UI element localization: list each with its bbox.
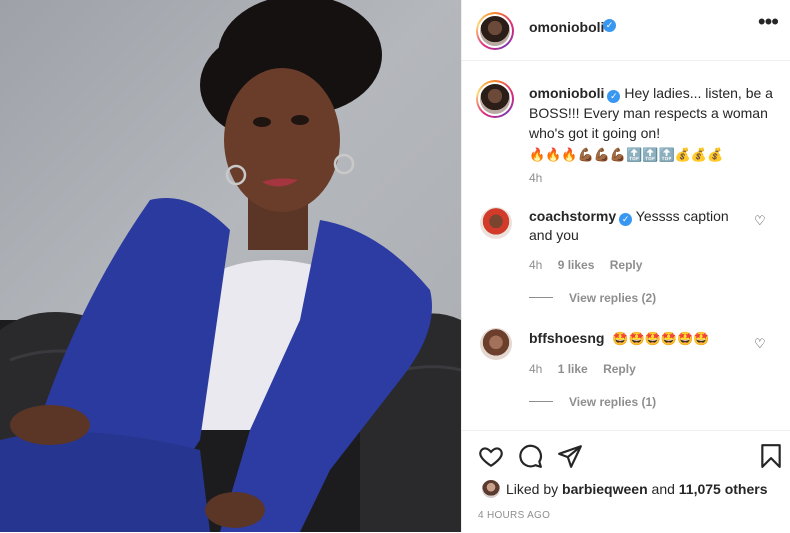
reply-button[interactable]: Reply (610, 258, 643, 272)
verified-badge-icon: ✓ (619, 213, 633, 226)
view-replies-button[interactable]: View replies (2) (529, 291, 656, 305)
comment-like-heart-icon[interactable]: ♡ (754, 213, 766, 229)
verified-badge-icon: ✓ (607, 90, 621, 103)
post-timestamp[interactable]: 4 HOURS AGO (478, 510, 550, 521)
post-sidebar: omonioboli ✓ ••• omonioboli ✓ Hey ladies.… (461, 0, 790, 532)
heart-icon[interactable] (478, 443, 504, 469)
author-avatar[interactable] (476, 12, 514, 50)
liker-username[interactable]: barbieqween (562, 481, 648, 497)
view-replies-label: View replies (1) (569, 395, 657, 409)
caption: omonioboli ✓ Hey ladies... listen, be a B… (529, 83, 775, 165)
caption-author-avatar[interactable] (476, 80, 514, 118)
likes-count[interactable]: 11,075 others (679, 481, 768, 497)
caption-time[interactable]: 4h (529, 171, 542, 185)
replies-divider (529, 297, 553, 298)
comment: coachstormy ✓ Yessss caption and you (529, 207, 745, 245)
view-replies-label: View replies (2) (569, 291, 657, 305)
replies-divider (529, 401, 553, 402)
more-options-icon[interactable]: ••• (758, 11, 779, 33)
likes-prefix: Liked by (506, 481, 559, 497)
post-photo[interactable] (0, 0, 461, 532)
bookmark-icon[interactable] (758, 443, 784, 469)
reply-button[interactable]: Reply (603, 362, 636, 376)
verified-badge-icon: ✓ (603, 19, 616, 32)
commenter-avatar[interactable] (480, 207, 512, 239)
comment-username[interactable]: coachstormy (529, 208, 616, 224)
likes-middle: and (651, 481, 675, 497)
likes-summary: Liked by barbieqween and 11,075 others (482, 480, 768, 498)
post-header: omonioboli ✓ ••• (462, 0, 790, 61)
comment: bffshoesng 🤩🤩🤩🤩🤩🤩 (529, 329, 745, 348)
comment-like-heart-icon[interactable]: ♡ (754, 336, 766, 352)
commenter-avatar[interactable] (480, 328, 512, 360)
author-username[interactable]: omonioboli (529, 19, 604, 35)
view-replies-button[interactable]: View replies (1) (529, 395, 656, 409)
comment-time[interactable]: 4h (529, 258, 542, 272)
liker-avatar[interactable] (482, 480, 500, 498)
paper-plane-icon[interactable] (557, 443, 583, 469)
caption-username[interactable]: omonioboli (529, 85, 604, 101)
comment-text: 🤩🤩🤩🤩🤩🤩 (612, 331, 710, 346)
comment-likes[interactable]: 9 likes (558, 258, 595, 272)
comment-time[interactable]: 4h (529, 362, 542, 376)
comment-likes[interactable]: 1 like (558, 362, 588, 376)
comment-meta: 4h 1 like Reply (529, 362, 636, 376)
caption-emojis: 🔥🔥🔥💪🏾💪🏾💪🏾🔝🔝🔝💰💰💰 (529, 147, 724, 162)
post-image (0, 0, 461, 532)
comment-icon[interactable] (517, 443, 543, 469)
comment-username[interactable]: bffshoesng (529, 330, 604, 346)
comment-meta: 4h 9 likes Reply (529, 258, 642, 272)
action-bar: Liked by barbieqween and 11,075 others 4… (462, 430, 790, 533)
